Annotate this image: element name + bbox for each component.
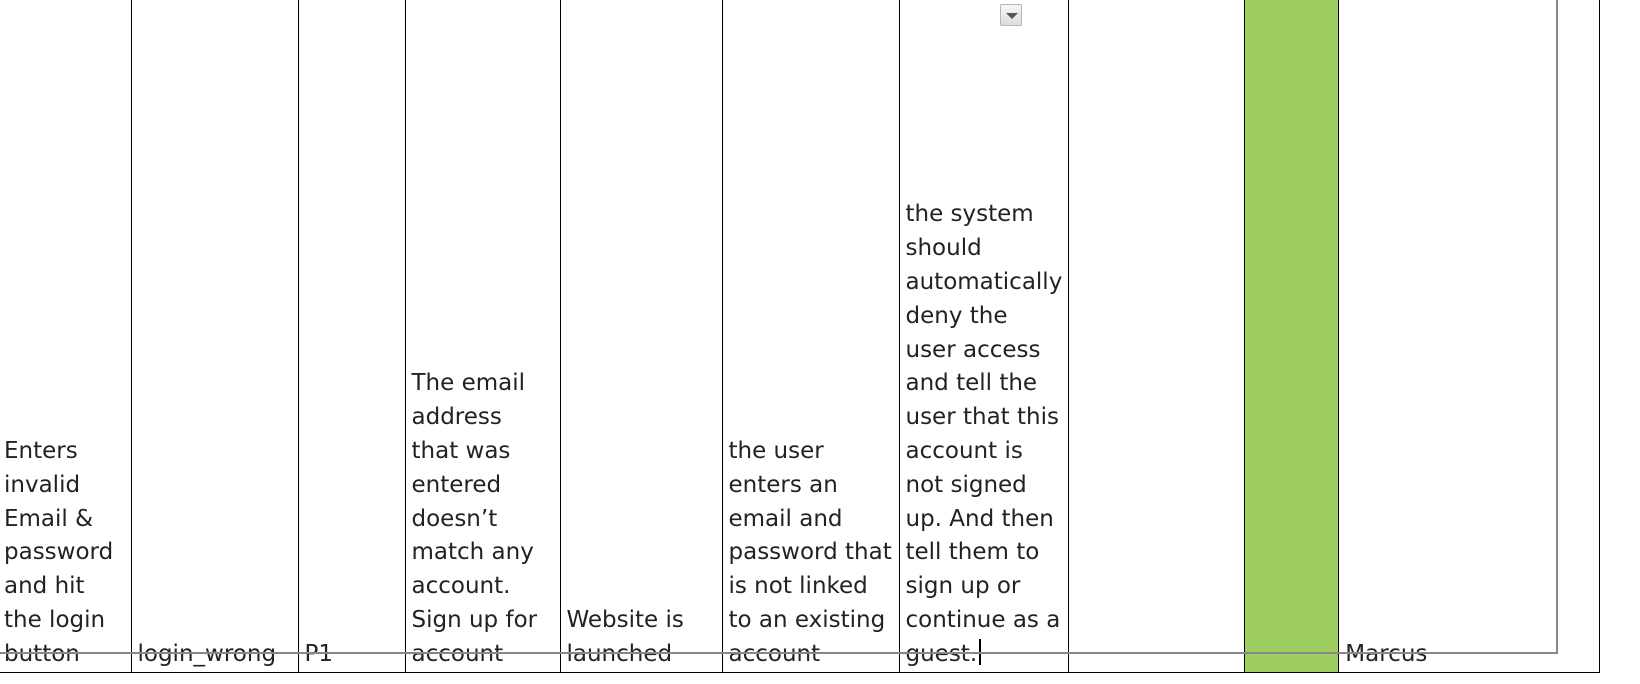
steps-text: the user enters an email and password th… xyxy=(728,437,892,667)
test-case-table: Enters invalid Email & password and hit … xyxy=(0,0,1601,673)
test-case-id-cell[interactable]: login_wrong xyxy=(130,0,299,673)
test-case-id-text: login_wrong xyxy=(137,640,277,667)
scenario-cell[interactable]: Enters invalid Email & password and hit … xyxy=(0,0,132,673)
spreadsheet-view: Enters invalid Email & password and hit … xyxy=(0,0,1640,684)
precondition-text: Website is launched xyxy=(566,606,684,667)
status-cell[interactable] xyxy=(1244,0,1340,673)
sheet-bottom-edge xyxy=(0,652,1558,654)
chevron-down-icon xyxy=(1006,13,1018,19)
scenario-text: Enters invalid Email & password and hit … xyxy=(4,437,114,667)
owner-cell[interactable]: Marcus xyxy=(1338,0,1601,673)
actual-result-cell[interactable] xyxy=(1068,0,1246,673)
description-text: The email address that was entered doesn… xyxy=(411,370,538,667)
expected-result-editor[interactable]: the system should automatically deny the… xyxy=(906,198,1063,671)
cell-dropdown-button[interactable] xyxy=(1000,4,1022,26)
expected-result-cell[interactable]: the system should automatically deny the… xyxy=(898,0,1070,673)
expected-result-text: the system should automatically deny the… xyxy=(905,201,1063,667)
precondition-cell[interactable]: Website is launched xyxy=(559,0,723,673)
priority-cell[interactable]: P1 xyxy=(297,0,406,673)
description-cell[interactable]: The email address that was entered doesn… xyxy=(404,0,561,673)
table-row: Enters invalid Email & password and hit … xyxy=(0,0,1601,673)
steps-cell[interactable]: the user enters an email and password th… xyxy=(721,0,900,673)
priority-text: P1 xyxy=(304,640,334,667)
sheet-right-edge xyxy=(1556,0,1558,654)
